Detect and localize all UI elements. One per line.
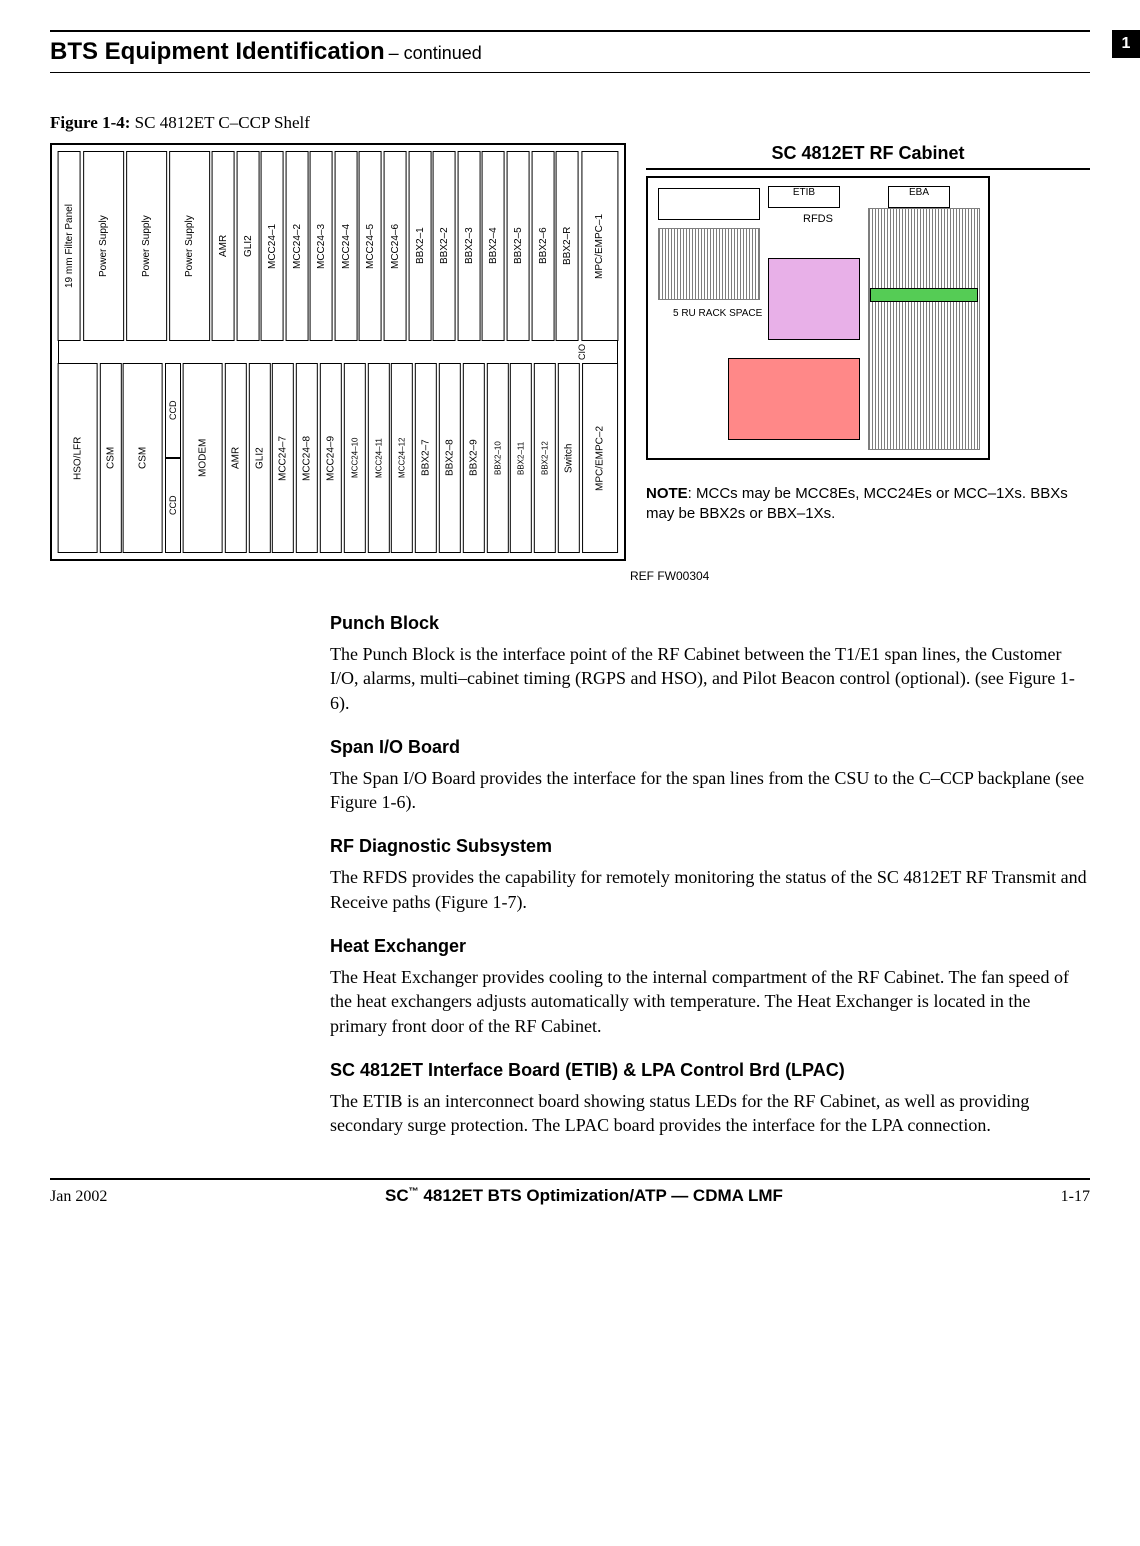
slot-modem: MODEM [183,363,223,553]
slot-bbx2-2: BBX2–2 [433,151,456,341]
slot-ccd-bottom: CCD [165,458,181,553]
para-punch-block: The Punch Block is the interface point o… [330,642,1090,715]
para-rfds: The RFDS provides the capability for rem… [330,865,1090,914]
slot-hso-lfr: HSO/LFR [58,363,98,553]
slot-ps1: Power Supply [83,151,124,341]
slot-mpc-2: MPC/EMPC–2 [582,363,618,553]
slot-mcc24-6: MCC24–6 [384,151,407,341]
figure-title: SC 4812ET C–CCP Shelf [135,113,310,132]
heading-rfds: RF Diagnostic Subsystem [330,836,1090,857]
body-text: Punch Block The Punch Block is the inter… [330,613,1090,1138]
slot-bbx2-3: BBX2–3 [458,151,481,341]
cio-row: CIO [58,341,618,363]
rfds-label: RFDS [803,213,833,225]
eba-label: EBA [888,186,950,208]
slot-switch: Switch [558,363,580,553]
cabinet-title: SC 4812ET RF Cabinet [646,143,1090,170]
footer-date: Jan 2002 [50,1188,107,1206]
page-footer: Jan 2002 SC™ 4812ET BTS Optimization/ATP… [50,1178,1090,1206]
shelf-top-row: 19 mm Filter Panel Power Supply Power Su… [58,151,618,341]
slot-csm-1: CSM [100,363,122,553]
shelf-bottom-row: HSO/LFR CSM CSM CCD CCD MODEM AMR GLI2 M… [58,363,618,553]
rack-space-label: 5 RU RACK SPACE [673,308,762,319]
slot-mcc24-4: MCC24–4 [335,151,358,341]
heading-punch-block: Punch Block [330,613,1090,634]
slot-ccd-top: CCD [165,363,181,458]
chapter-tab: 1 [1112,30,1140,58]
slot-mcc24-9: MCC24–9 [320,363,342,553]
slot-bbx2-11: BBX2–11 [510,363,532,553]
slot-mcc24-8: MCC24–8 [296,363,318,553]
cio-label: CIO [577,344,587,360]
para-heat-ex: The Heat Exchanger provides cooling to t… [330,965,1090,1038]
heading-span-io: Span I/O Board [330,737,1090,758]
slot-mcc24-5: MCC24–5 [359,151,382,341]
note-text: : MCCs may be MCC8Es, MCC24Es or MCC–1Xs… [646,485,1068,522]
slot-bbx2-7: BBX2–7 [415,363,437,553]
figure-note: NOTE: MCCs may be MCC8Es, MCC24Es or MCC… [646,484,1090,523]
slot-bbx2-r: BBX2–R [556,151,579,341]
slot-csm-2: CSM [123,363,163,553]
slot-mcc24-1: MCC24–1 [261,151,284,341]
footer-doc-title: SC™ 4812ET BTS Optimization/ATP — CDMA L… [385,1186,783,1206]
heading-etib-lpac: SC 4812ET Interface Board (ETIB) & LPA C… [330,1060,1090,1081]
slot-gli2-top: GLI2 [237,151,260,341]
page-title-continued: – continued [389,43,482,63]
slot-gli2-bottom: GLI2 [249,363,271,553]
page-title: BTS Equipment Identification [50,38,385,65]
ccp-shelf-diagram: 19 mm Filter Panel Power Supply Power Su… [50,143,626,561]
footer-page-num: 1-17 [1061,1188,1090,1206]
para-etib-lpac: The ETIB is an interconnect board showin… [330,1089,1090,1138]
slot-mpc-1: MPC/EMPC–1 [581,151,618,341]
slot-filter-panel: 19 mm Filter Panel [58,151,81,341]
note-label: NOTE [646,485,688,502]
slot-bbx2-10: BBX2–10 [487,363,509,553]
slot-ps2: Power Supply [126,151,167,341]
heading-heat-ex: Heat Exchanger [330,936,1090,957]
etib-label: ETIB [768,186,840,208]
slot-mcc24-12: MCC24–12 [391,363,413,553]
slot-amr-bottom: AMR [225,363,247,553]
slot-bbx2-5: BBX2–5 [507,151,530,341]
slot-bbx2-8: BBX2–8 [439,363,461,553]
slot-bbx2-1: BBX2–1 [409,151,432,341]
figure-ref: REF FW00304 [630,569,1090,583]
slot-amr-top: AMR [212,151,235,341]
slot-mcc24-2: MCC24–2 [286,151,309,341]
slot-ps3: Power Supply [169,151,210,341]
slot-mcc24-7: MCC24–7 [272,363,294,553]
figure-1-4: 19 mm Filter Panel Power Supply Power Su… [50,143,1090,561]
slot-bbx2-12: BBX2–12 [534,363,556,553]
slot-mcc24-3: MCC24–3 [310,151,333,341]
slot-mcc24-10: MCC24–10 [344,363,366,553]
slot-mcc24-11: MCC24–11 [368,363,390,553]
slot-bbx2-9: BBX2–9 [463,363,485,553]
slot-bbx2-6: BBX2–6 [532,151,555,341]
figure-label: Figure 1-4: [50,113,130,132]
para-span-io: The Span I/O Board provides the interfac… [330,766,1090,815]
slot-ccd-stack: CCD CCD [165,363,181,553]
slot-bbx2-4: BBX2–4 [482,151,505,341]
rf-cabinet-diagram: ETIB EBA RFDS 5 RU RACK SPACE [646,176,990,460]
figure-caption: Figure 1-4: SC 4812ET C–CCP Shelf [50,113,1090,133]
